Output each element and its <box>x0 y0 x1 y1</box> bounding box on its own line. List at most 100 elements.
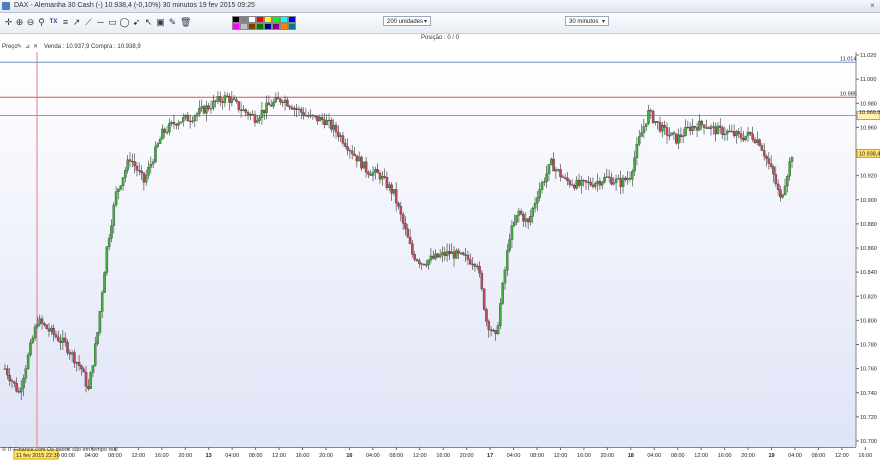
candle-down <box>718 125 722 128</box>
hline-icon[interactable]: ─ <box>95 16 106 28</box>
magnify-icon[interactable]: ⚲ <box>36 16 47 28</box>
candle-down <box>175 124 178 126</box>
x-tick-label: 04:00 <box>788 453 802 459</box>
candle-down <box>269 104 273 107</box>
candle-up <box>179 121 183 124</box>
text-tool-icon[interactable]: TX <box>48 16 59 28</box>
candle-down <box>563 177 567 179</box>
candle-down <box>59 340 62 343</box>
candle-up <box>746 131 750 137</box>
candle-down <box>350 150 354 155</box>
candle-up <box>455 250 458 259</box>
pencil-icon[interactable]: ✎ <box>167 16 178 28</box>
drawing-toolbar: ✛ ⊕ ⊖ ⚲ TX ≡ ↗ ⟋ ─ ▭ ◯ ➹ ↖ ▣ ✎ 🗑 200 uni… <box>0 13 880 34</box>
candle-down <box>480 272 484 290</box>
color-swatch[interactable] <box>280 16 288 23</box>
color-swatch[interactable] <box>264 16 272 23</box>
candle-down <box>186 114 190 122</box>
candle-down <box>478 265 481 274</box>
chevron-down-icon[interactable]: ▾ <box>600 17 607 25</box>
candle-up <box>450 251 453 254</box>
candle-down <box>487 321 491 330</box>
color-swatch[interactable] <box>264 23 272 30</box>
fibonacci-icon[interactable]: ≡ <box>60 16 71 28</box>
x-tick-label: 20:00 <box>600 453 614 459</box>
candle-up <box>61 337 65 343</box>
candle-up <box>545 173 548 182</box>
ruler-icon[interactable]: ⊿ <box>25 44 32 51</box>
candle-up <box>445 251 449 256</box>
close-icon[interactable]: ✕ <box>33 44 40 51</box>
close-icon[interactable]: × <box>868 1 877 10</box>
arrow-icon[interactable]: ➹ <box>131 16 142 28</box>
y-tick-label: 10.820 <box>860 294 877 300</box>
candle-up <box>249 114 252 116</box>
quantity-combo[interactable]: 200 unidades ▾ <box>383 16 431 26</box>
color-swatch[interactable] <box>256 16 264 23</box>
color-swatch[interactable] <box>288 16 296 23</box>
color-swatch[interactable] <box>272 16 280 23</box>
color-swatch[interactable] <box>232 23 240 30</box>
candle-up <box>36 324 39 327</box>
pencil-icon[interactable]: ✎ <box>17 44 24 51</box>
candle-up <box>191 120 194 122</box>
color-swatch[interactable] <box>288 23 296 30</box>
x-tick-label: 08:00 <box>671 453 685 459</box>
lock-icon[interactable]: ▣ <box>155 16 166 28</box>
candle-up <box>614 178 618 183</box>
candle-down <box>172 122 176 125</box>
candle-down <box>138 170 141 172</box>
color-swatch[interactable] <box>248 16 256 23</box>
zoom-in-icon[interactable]: ⊕ <box>14 16 25 28</box>
candle-down <box>589 181 592 185</box>
candle-down <box>286 99 289 107</box>
candle-down <box>323 119 326 125</box>
color-swatch[interactable] <box>256 23 264 30</box>
candle-up <box>594 183 597 187</box>
trash-icon[interactable]: 🗑 <box>180 16 191 28</box>
candle-down <box>406 228 410 238</box>
candle-up <box>283 99 287 103</box>
candle-up <box>168 123 171 133</box>
ray-icon[interactable]: ⟋ <box>83 16 94 28</box>
candle-up <box>691 126 694 131</box>
x-tick-label: 17 <box>487 453 493 459</box>
candle-up <box>33 326 37 339</box>
color-swatch[interactable] <box>280 23 288 30</box>
trendline-icon[interactable]: ↗ <box>71 16 82 28</box>
candle-down <box>774 174 778 185</box>
crosshair-icon[interactable]: ✛ <box>3 16 14 28</box>
candle-down <box>462 252 465 255</box>
candle-down <box>415 259 419 261</box>
y-tick-label: 11.000 <box>860 77 876 83</box>
color-swatch[interactable] <box>240 23 248 30</box>
candle-down <box>628 178 632 180</box>
candle-down <box>360 156 363 169</box>
candle-up <box>304 115 308 117</box>
y-tick-label: 10.760 <box>860 367 877 373</box>
cursor-icon[interactable]: ↖ <box>143 16 154 28</box>
candle-down <box>142 172 146 183</box>
x-tick-label: 12:00 <box>554 453 568 459</box>
candle-up <box>536 197 539 204</box>
copyright-text: © IT-Finance.com Os dados são em tempo r… <box>2 447 118 453</box>
candle-up <box>512 222 516 226</box>
timeframe-combo[interactable]: 30 minutos ▾ <box>565 16 609 26</box>
candle-up <box>681 135 685 138</box>
price-chart[interactable]: 10.700 10.720 10.740 10.760 10.780 10.800 10.8… <box>0 52 880 462</box>
zoom-out-icon[interactable]: ⊖ <box>25 16 36 28</box>
color-swatch[interactable] <box>248 23 256 30</box>
ellipse-icon[interactable]: ◯ <box>119 16 130 28</box>
candle-up <box>617 178 620 180</box>
candle-down <box>448 251 451 254</box>
chevron-down-icon[interactable]: ▾ <box>422 17 429 25</box>
candle-down <box>765 155 768 159</box>
candle-up <box>362 161 366 169</box>
candle-down <box>399 206 403 215</box>
candle-down <box>135 165 139 171</box>
color-swatch[interactable] <box>232 16 240 23</box>
color-swatch[interactable] <box>272 23 280 30</box>
rectangle-icon[interactable]: ▭ <box>107 16 118 28</box>
candle-down <box>43 323 46 326</box>
color-swatch[interactable] <box>240 16 248 23</box>
